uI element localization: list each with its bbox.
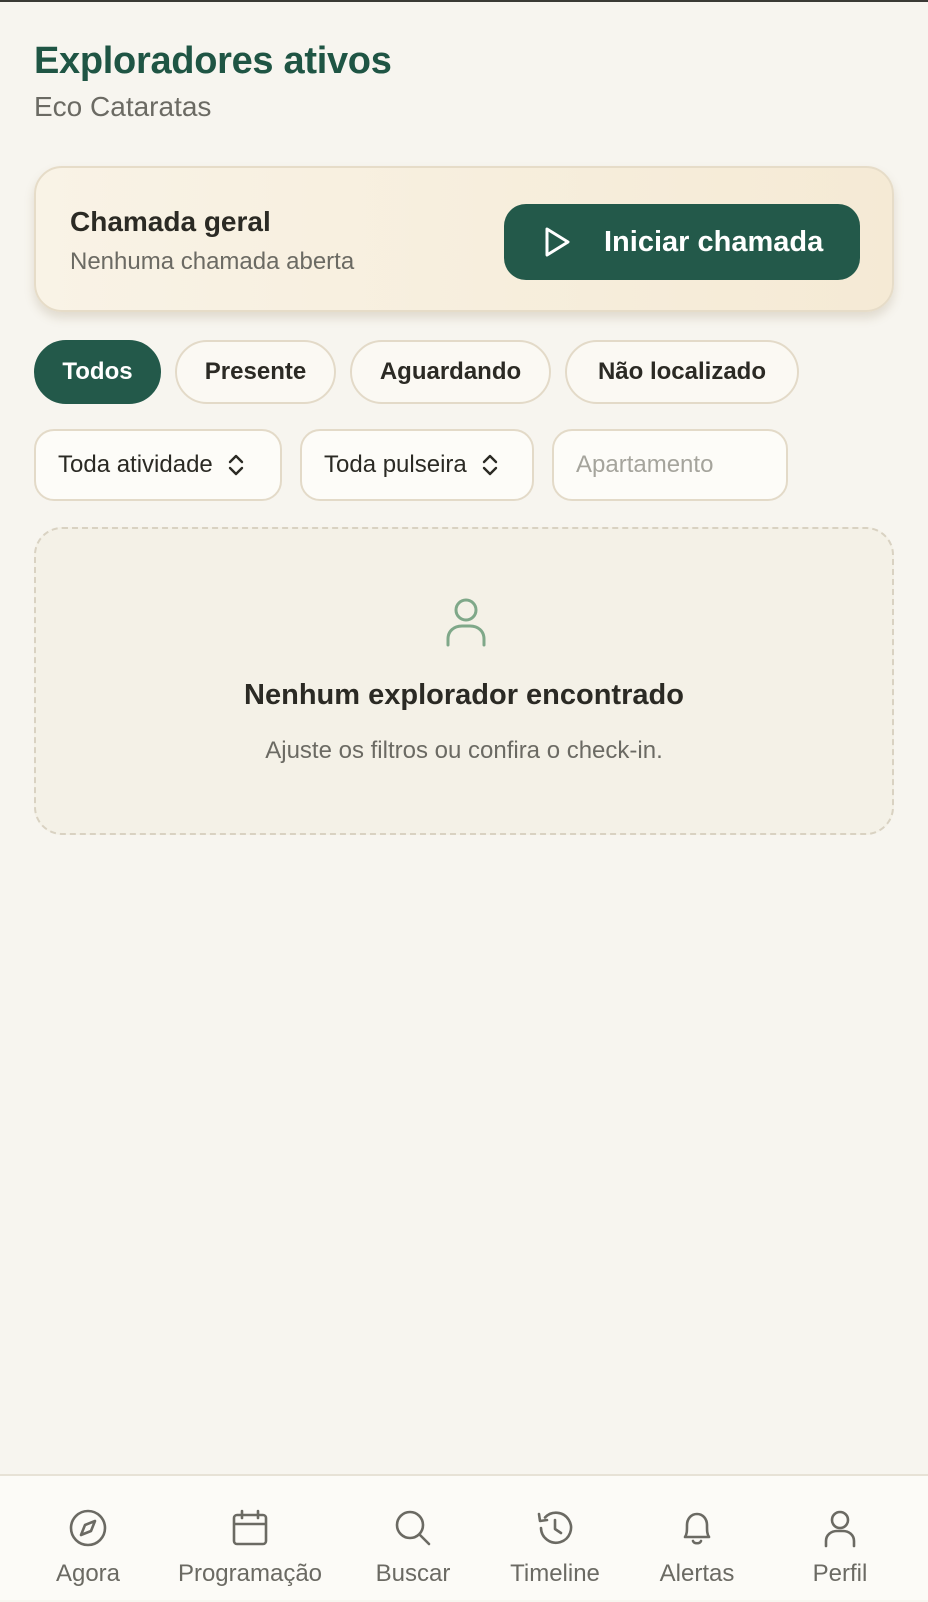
apartment-input[interactable] bbox=[552, 429, 788, 501]
chip-todos[interactable]: Todos bbox=[34, 340, 161, 404]
start-call-button[interactable]: Iniciar chamada bbox=[504, 204, 860, 280]
nav-label: Perfil bbox=[812, 1560, 868, 1587]
nav-label: Timeline bbox=[510, 1560, 600, 1587]
empty-state-text: Ajuste os filtros ou confira o check-in. bbox=[265, 737, 663, 764]
nav-item-agora[interactable]: Agora bbox=[8, 1476, 168, 1602]
call-card-title: Chamada geral bbox=[70, 206, 271, 237]
calendar-icon bbox=[232, 1509, 268, 1546]
nav-label: Agora bbox=[55, 1560, 121, 1587]
user-icon bbox=[824, 1510, 856, 1548]
history-icon bbox=[537, 1511, 573, 1544]
activity-select[interactable]: Toda atividade bbox=[34, 429, 282, 501]
chip-nao-localizado[interactable]: Não localizado bbox=[565, 340, 799, 404]
chevron-up-down-icon bbox=[482, 454, 497, 476]
page-title: Exploradores ativos bbox=[34, 40, 392, 82]
bottom-nav: Agora Programação Buscar Timeline Alerta… bbox=[0, 1474, 928, 1600]
nav-label: Buscar bbox=[375, 1560, 451, 1587]
nav-label: Programação bbox=[177, 1560, 323, 1587]
play-icon bbox=[545, 227, 570, 257]
nav-item-alertas[interactable]: Alertas bbox=[617, 1476, 777, 1602]
nav-item-buscar[interactable]: Buscar bbox=[333, 1476, 493, 1602]
compass-icon bbox=[69, 1509, 107, 1547]
empty-state: Nenhum explorador encontrado Ajuste os f… bbox=[34, 527, 894, 835]
activity-select-value: Toda atividade bbox=[58, 451, 213, 478]
start-call-label: Iniciar chamada bbox=[604, 225, 824, 258]
empty-state-title: Nenhum explorador encontrado bbox=[244, 679, 684, 711]
nav-item-perfil[interactable]: Perfil bbox=[760, 1476, 920, 1602]
page-header: Exploradores ativos Eco Cataratas bbox=[34, 38, 392, 124]
search-icon bbox=[395, 1510, 431, 1546]
status-filter-chips: Todos Presente Aguardando Não localizado bbox=[34, 340, 799, 404]
chip-presente[interactable]: Presente bbox=[175, 340, 336, 404]
bracelet-select-value: Toda pulseira bbox=[324, 451, 467, 478]
bracelet-select[interactable]: Toda pulseira bbox=[300, 429, 534, 501]
page-subtitle: Eco Cataratas bbox=[34, 91, 212, 122]
chip-aguardando[interactable]: Aguardando bbox=[350, 340, 551, 404]
filter-row: Toda atividade Toda pulseira bbox=[34, 429, 788, 501]
call-card-status: Nenhuma chamada aberta bbox=[70, 248, 355, 275]
bell-icon bbox=[683, 1512, 711, 1545]
person-icon bbox=[446, 598, 486, 647]
nav-item-programacao[interactable]: Programação bbox=[170, 1476, 330, 1602]
status-bar-divider bbox=[0, 0, 928, 2]
nav-label: Alertas bbox=[659, 1560, 735, 1587]
nav-item-timeline[interactable]: Timeline bbox=[475, 1476, 635, 1602]
general-call-card: Chamada geral Nenhuma chamada aberta Ini… bbox=[34, 166, 894, 312]
chevron-up-down-icon bbox=[228, 454, 243, 476]
